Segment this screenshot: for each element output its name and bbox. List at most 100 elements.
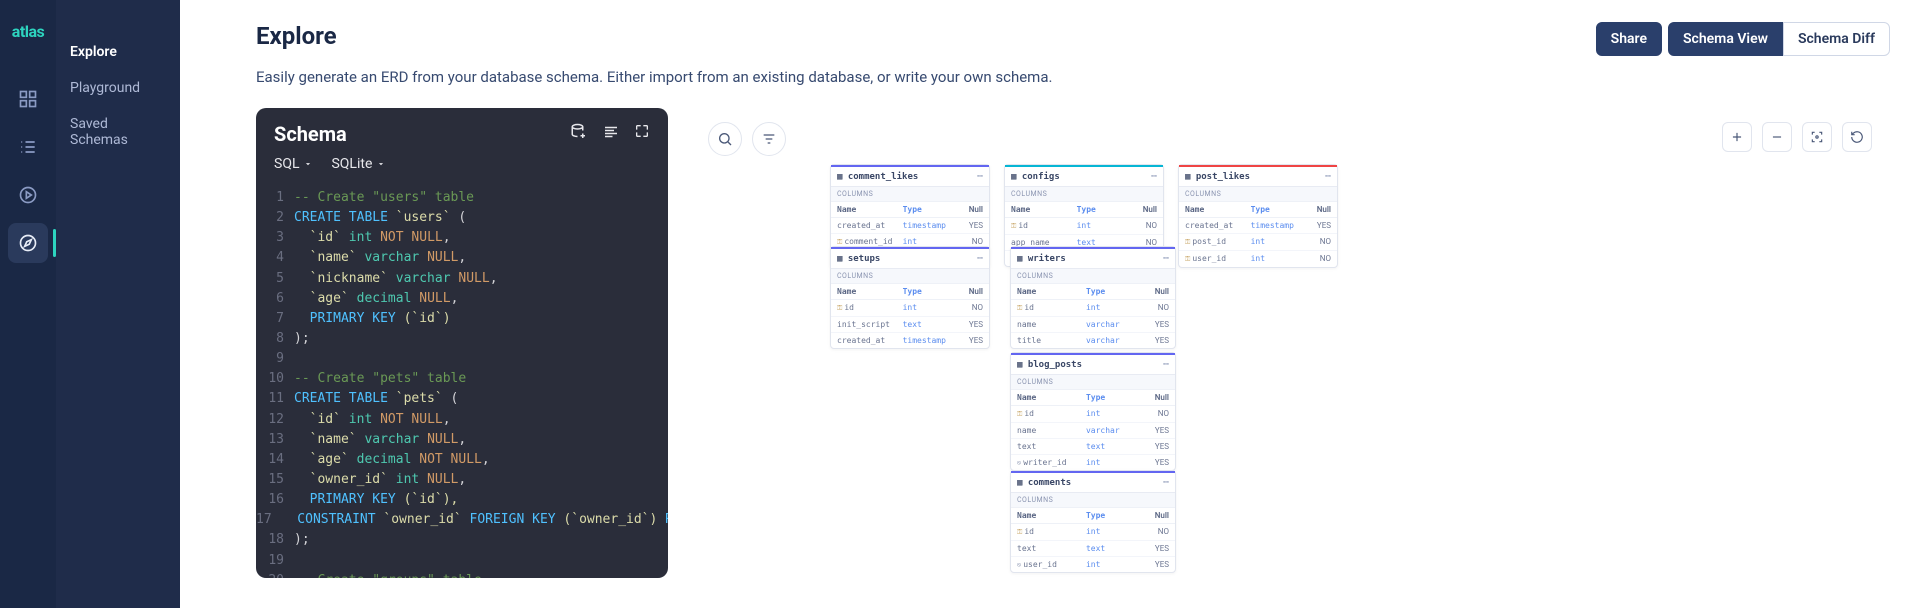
table-header[interactable]: ▦ post_likes	[1179, 167, 1337, 187]
code-line: 15 `owner_id` int NULL,	[256, 470, 668, 490]
table-header[interactable]: ▦ blog_posts	[1011, 355, 1175, 375]
format-icon[interactable]	[602, 123, 620, 145]
key-icon: ⚿	[1017, 304, 1022, 312]
editor-title: Schema	[274, 122, 347, 146]
erd-table-writers[interactable]: ▦ writers COLUMNS NameTypeNull ⚿idintNOn…	[1010, 246, 1176, 349]
table-column-row: created_attimestampYES	[831, 333, 989, 348]
key-icon: ⚿	[837, 238, 842, 246]
table-column-row: ⚿idintNO	[1011, 300, 1175, 317]
brand-logo[interactable]: atlas	[12, 12, 45, 71]
table-column-row: ⚿post_idintNO	[1179, 234, 1337, 251]
table-column-row: titlevarcharYES	[1011, 333, 1175, 348]
table-columns-label: COLUMNS	[831, 187, 989, 202]
sidebar-item-saved-schemas[interactable]: Saved Schemas	[56, 106, 180, 158]
table-column-row: namevarcharYES	[1011, 423, 1175, 439]
code-line: 2CREATE TABLE `users` (	[256, 208, 668, 228]
code-line: 12 `id` int NOT NULL,	[256, 410, 668, 430]
table-header[interactable]: ▦ comment_likes	[831, 167, 989, 187]
table-header[interactable]: ▦ configs	[1005, 167, 1163, 187]
erd-table-comments[interactable]: ▦ comments COLUMNS NameTypeNull ⚿idintNO…	[1010, 470, 1176, 573]
table-columns-header: NameTypeNull	[1011, 284, 1175, 300]
erd-table-post_likes[interactable]: ▦ post_likes COLUMNS NameTypeNull create…	[1178, 164, 1338, 268]
fullscreen-icon[interactable]	[634, 123, 650, 145]
sidebar-item-playground[interactable]: Playground	[56, 70, 180, 106]
key-icon: ⚿	[1017, 410, 1022, 418]
action-tabs: Share Schema View Schema Diff	[1596, 22, 1890, 56]
table-columns-header: NameTypeNull	[831, 284, 989, 300]
code-line: 6 `age` decimal NULL,	[256, 289, 668, 309]
table-columns-header: NameTypeNull	[1011, 508, 1175, 524]
code-editor[interactable]: 1-- Create "users" table2CREATE TABLE `u…	[256, 184, 668, 578]
schema-editor: Schema SQL SQLite 1-- Create "users" tab…	[256, 108, 668, 578]
tab-schema-view[interactable]: Schema View	[1668, 22, 1783, 56]
sidebar: ExplorePlaygroundSaved Schemas	[56, 0, 180, 608]
table-columns-header: NameTypeNull	[831, 202, 989, 218]
import-db-icon[interactable]	[570, 123, 588, 145]
table-column-row: namevarcharYES	[1011, 317, 1175, 333]
code-line: 10-- Create "pets" table	[256, 369, 668, 389]
erd-table-setups[interactable]: ▦ setups COLUMNS NameTypeNull ⚿idintNOin…	[830, 246, 990, 349]
rail-explore-icon[interactable]	[8, 223, 48, 263]
table-columns-header: NameTypeNull	[1011, 390, 1175, 406]
erd-canvas[interactable]: ✋ ▦ comment_likes COLUMNS NameTypeNull c…	[690, 108, 1890, 578]
code-line: 18);	[256, 530, 668, 550]
table-column-row: ⚿idintNO	[831, 300, 989, 317]
code-line: 16 PRIMARY KEY (`id`),	[256, 490, 668, 510]
table-column-row: ⚿user_idintNO	[1179, 251, 1337, 267]
code-line: 7 PRIMARY KEY (`id`)	[256, 309, 668, 329]
main-content: Explore Easily generate an ERD from your…	[180, 0, 1920, 608]
table-column-row: created_attimestampYES	[1179, 218, 1337, 234]
code-line: 5 `nickname` varchar NULL,	[256, 269, 668, 289]
tab-schema-diff[interactable]: Schema Diff	[1783, 22, 1890, 56]
rail-dashboard-icon[interactable]	[8, 79, 48, 119]
key-icon: ⚿	[1185, 255, 1190, 263]
table-columns-label: COLUMNS	[1011, 493, 1175, 508]
erd-panel: ✋ ▦ comment_likes COLUMNS NameTypeNull c…	[690, 108, 1890, 578]
code-line: 14 `age` decimal NOT NULL,	[256, 450, 668, 470]
table-column-row: texttextYES	[1011, 541, 1175, 557]
rail-list-icon[interactable]	[8, 127, 48, 167]
table-column-row: ⎋user_idintYES	[1011, 557, 1175, 572]
code-line: 9	[256, 349, 668, 369]
code-line: 13 `name` varchar NULL,	[256, 430, 668, 450]
table-column-row: ⚿idintNO	[1011, 406, 1175, 423]
table-header[interactable]: ▦ comments	[1011, 473, 1175, 493]
share-button[interactable]: Share	[1596, 22, 1662, 56]
fk-icon: ⎋	[1017, 561, 1021, 569]
table-column-row: init_scripttextYES	[831, 317, 989, 333]
fk-icon: ⎋	[1017, 459, 1021, 467]
table-columns-header: NameTypeNull	[1179, 202, 1337, 218]
table-columns-label: COLUMNS	[1011, 375, 1175, 390]
table-columns-header: NameTypeNull	[1005, 202, 1163, 218]
lang-selector[interactable]: SQL	[274, 156, 313, 172]
table-columns-label: COLUMNS	[1179, 187, 1337, 202]
page-subtitle: Easily generate an ERD from your databas…	[256, 68, 1052, 86]
table-column-row: ⚿idintNO	[1011, 524, 1175, 541]
code-line: 20-- Create "groups" table	[256, 571, 668, 578]
table-column-row: created_attimestampYES	[831, 218, 989, 234]
code-line: 8);	[256, 329, 668, 349]
code-line: 19	[256, 551, 668, 571]
code-line: 17 CONSTRAINT `owner_id` FOREIGN KEY (`o…	[256, 510, 668, 530]
code-line: 4 `name` varchar NULL,	[256, 248, 668, 268]
dialect-selector[interactable]: SQLite	[331, 156, 386, 172]
table-columns-label: COLUMNS	[1005, 187, 1163, 202]
table-header[interactable]: ▦ writers	[1011, 249, 1175, 269]
code-line: 1-- Create "users" table	[256, 188, 668, 208]
table-header[interactable]: ▦ setups	[831, 249, 989, 269]
erd-table-blog_posts[interactable]: ▦ blog_posts COLUMNS NameTypeNull ⚿idint…	[1010, 352, 1176, 471]
table-columns-label: COLUMNS	[831, 269, 989, 284]
table-column-row: texttextYES	[1011, 439, 1175, 455]
sidebar-item-explore[interactable]: Explore	[56, 34, 180, 70]
page-title: Explore	[256, 22, 1052, 50]
table-column-row: ⚿idintNO	[1005, 218, 1163, 235]
key-icon: ⚿	[837, 304, 842, 312]
nav-rail: atlas	[0, 0, 56, 608]
code-line: 11CREATE TABLE `pets` (	[256, 389, 668, 409]
table-column-row: ⎋writer_idintYES	[1011, 455, 1175, 470]
table-columns-label: COLUMNS	[1011, 269, 1175, 284]
code-line: 3 `id` int NOT NULL,	[256, 228, 668, 248]
key-icon: ⚿	[1185, 238, 1190, 246]
key-icon: ⚿	[1017, 528, 1022, 536]
rail-play-icon[interactable]	[8, 175, 48, 215]
